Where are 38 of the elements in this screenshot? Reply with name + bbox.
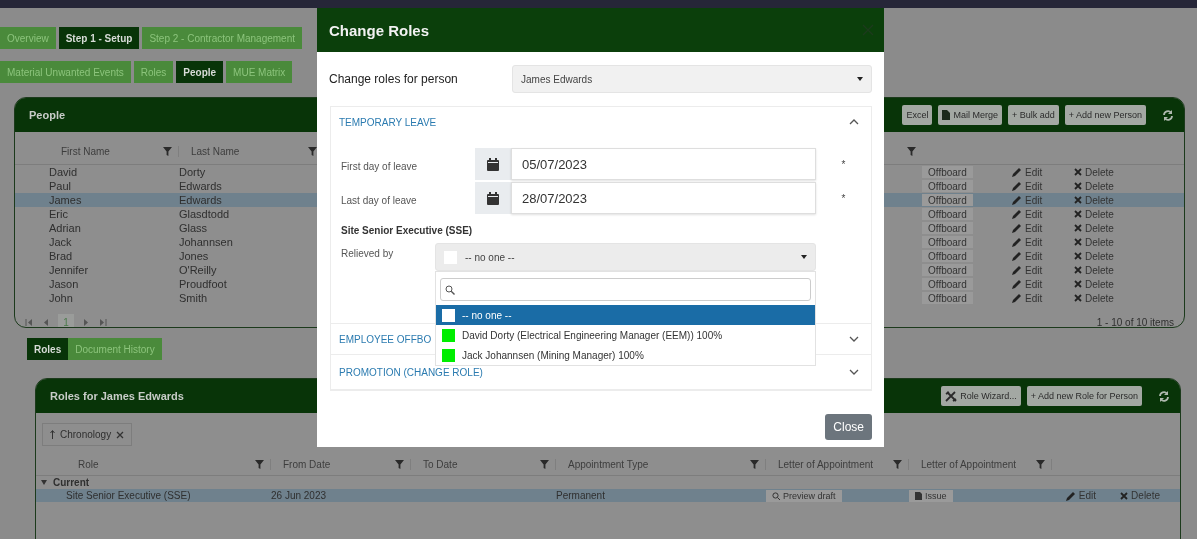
panel-title: People xyxy=(29,109,66,121)
field-label: First day of leave xyxy=(341,160,419,172)
group-label: Current xyxy=(53,477,90,488)
table-cell-text: O'Reilly xyxy=(179,264,218,276)
table-cell-text: 26 Jun 2023 xyxy=(271,490,328,501)
dialog-title: Change Roles xyxy=(329,21,430,39)
table-cell-text: Jones xyxy=(179,250,210,262)
table-cell-text: Johannsen xyxy=(179,236,234,248)
table-cell-text: Dorty xyxy=(179,166,207,178)
table-cell-text: James xyxy=(49,194,83,206)
chip-label: Chronology xyxy=(60,429,112,440)
table-cell-text: Eric xyxy=(49,208,69,220)
field-label: Change roles for person xyxy=(329,72,459,86)
table-cell-text: Edwards xyxy=(179,180,223,192)
table-cell-text: Paul xyxy=(49,180,73,192)
table-cell-text: Jason xyxy=(49,278,80,290)
panel-title: Roles for James Edwards xyxy=(50,390,184,402)
table-cell-text: Glasdtodd xyxy=(179,208,231,220)
table-cell-text: Edwards xyxy=(179,194,223,206)
table-cell-text: Proudfoot xyxy=(179,278,228,290)
required-mark: * xyxy=(841,158,846,170)
field-label: Relieved by xyxy=(341,247,395,259)
table-cell-text: Glass xyxy=(179,222,209,234)
table-cell-text: John xyxy=(49,292,74,304)
table-cell-text: Jack xyxy=(49,236,73,248)
table-cell-text: David xyxy=(49,166,79,178)
required-mark: * xyxy=(841,192,846,204)
role-heading: Site Senior Executive (SSE) xyxy=(341,225,474,238)
field-label: Last day of leave xyxy=(341,194,418,206)
table-cell-text: Permanent xyxy=(556,490,606,501)
table-cell-text: Site Senior Executive (SSE) xyxy=(66,490,192,501)
option-label: David Dorty (Electrical Engineering Manager (EEM)) 100% xyxy=(462,329,723,341)
table-cell-text: Jennifer xyxy=(49,264,90,276)
option-label: -- no one -- xyxy=(462,309,512,321)
table-cell-text: Adrian xyxy=(49,222,82,234)
table-cell-text: Brad xyxy=(49,250,74,262)
table-cell-text: Smith xyxy=(179,292,209,304)
pager-summary: 1 - 10 of 10 items xyxy=(1096,316,1174,327)
